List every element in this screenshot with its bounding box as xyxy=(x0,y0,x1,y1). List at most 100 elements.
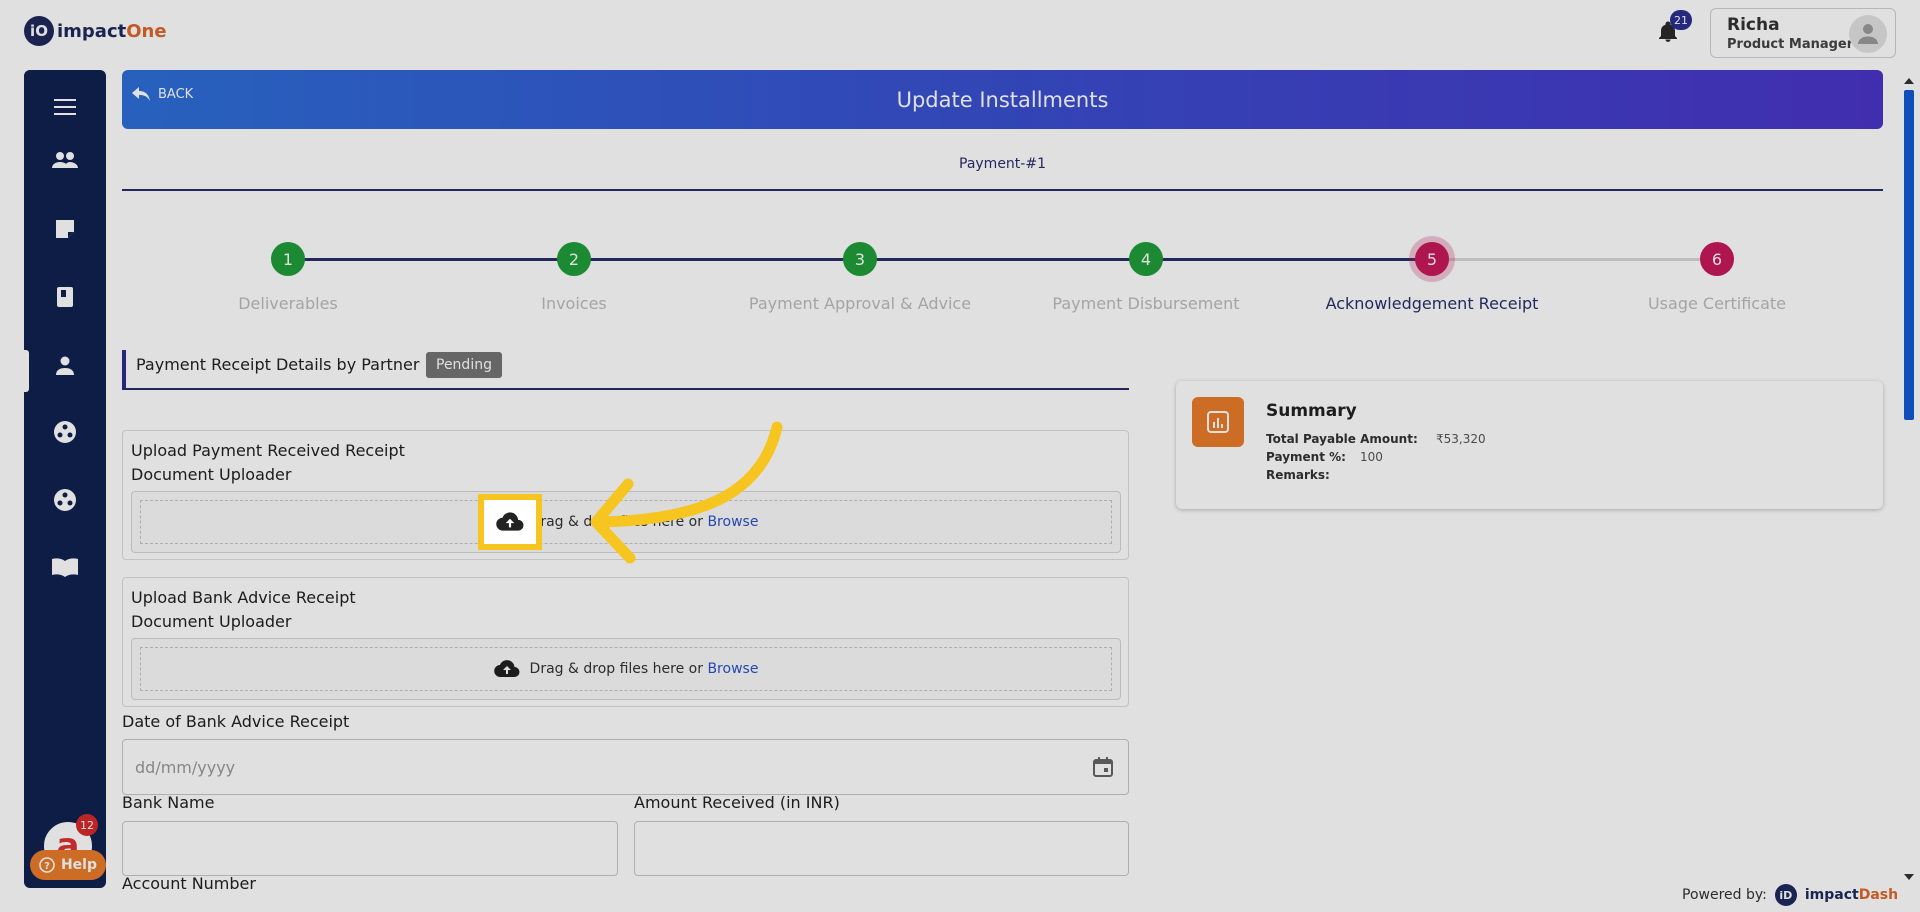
scroll-up-icon[interactable] xyxy=(1902,76,1916,86)
upload-title: Upload Payment Received Receipt xyxy=(131,441,405,460)
bank-name-label: Bank Name xyxy=(122,793,215,812)
status-badge: Pending xyxy=(426,352,502,378)
summary-title: Summary xyxy=(1266,401,1357,421)
bank-advice-dropzone[interactable]: Drag & drop files here or Browse xyxy=(131,638,1121,700)
help-button[interactable]: ? Help xyxy=(30,850,106,880)
step-1-label[interactable]: Deliverables xyxy=(168,294,408,313)
brand-a: impact xyxy=(1804,887,1859,903)
browse-link[interactable]: Browse xyxy=(707,514,758,530)
notification-count-badge: 21 xyxy=(1670,10,1692,30)
logo-text-a: impact xyxy=(57,20,127,42)
date-input[interactable]: dd/mm/yyyy xyxy=(122,739,1129,795)
svg-text:?: ? xyxy=(44,861,50,872)
cloud-upload-icon xyxy=(493,660,520,678)
step-6-indicator[interactable]: 6 xyxy=(1700,242,1734,276)
page-header-banner: Update Installments BACK xyxy=(122,70,1883,129)
summary-key: Remarks: xyxy=(1266,468,1330,482)
summary-row-remarks: Remarks: xyxy=(1266,468,1340,482)
user-avatar-icon xyxy=(1849,15,1887,53)
step-4-indicator[interactable]: 4 xyxy=(1129,242,1163,276)
sidebar-item-documents-icon[interactable] xyxy=(24,208,106,248)
upload-payment-receipt-card: Upload Payment Received Receipt Document… xyxy=(122,430,1129,560)
summary-card: Summary Total Payable Amount: ₹53,320 Pay… xyxy=(1176,381,1883,509)
upload-subtitle: Document Uploader xyxy=(131,612,292,631)
account-number-label: Account Number xyxy=(122,874,256,893)
step-4-label[interactable]: Payment Disbursement xyxy=(1026,294,1266,313)
page-scrollbar[interactable] xyxy=(1902,78,1916,882)
sidebar-item-manual-icon[interactable] xyxy=(24,547,106,587)
powered-by: Powered by: iD impactDash xyxy=(1682,884,1898,906)
section-title: Payment Receipt Details by Partner xyxy=(136,355,420,374)
step-2-label[interactable]: Invoices xyxy=(454,294,694,313)
bank-name-input[interactable] xyxy=(122,821,618,876)
amount-input[interactable] xyxy=(634,821,1129,876)
sidebar-item-groups-icon[interactable] xyxy=(24,412,106,452)
dropzone-text-main: Drag & drop files here or xyxy=(529,514,708,530)
logo-text: impactOne xyxy=(57,21,167,42)
sidebar xyxy=(24,70,106,888)
installment-stepper: 1 Deliverables 2 Invoices 3 Payment Approval … xyxy=(122,230,1883,320)
upload-title: Upload Bank Advice Receipt xyxy=(131,588,356,607)
step-5-indicator[interactable]: 5 xyxy=(1415,242,1449,276)
dropzone-inner: Drag & drop files here or Browse xyxy=(140,647,1112,691)
user-profile-card[interactable]: Richa Product Manager xyxy=(1710,8,1896,58)
app-logo[interactable]: iO impactOne xyxy=(24,16,167,46)
step-connector xyxy=(860,258,1146,261)
browse-link[interactable]: Browse xyxy=(707,661,758,677)
payment-tab[interactable]: Payment-#1 xyxy=(122,156,1883,172)
highlighted-upload-icon[interactable] xyxy=(478,494,542,550)
impactdash-logo-badge: iD xyxy=(1774,884,1797,906)
step-1-indicator[interactable]: 1 xyxy=(271,242,305,276)
logo-badge: iO xyxy=(24,16,54,46)
date-placeholder: dd/mm/yyyy xyxy=(135,758,236,777)
summary-row-percent: Payment %: 100 xyxy=(1266,450,1383,464)
powered-label: Powered by: xyxy=(1682,887,1767,903)
step-connector xyxy=(574,258,860,261)
dropzone-text: Drag & drop files here or Browse xyxy=(530,514,759,530)
user-role: Product Manager xyxy=(1727,37,1854,52)
dropzone-inner: Drag & drop files here or Browse xyxy=(140,500,1112,544)
back-button[interactable]: BACK xyxy=(132,86,193,102)
top-bar: iO impactOne 21 Richa Product Manager xyxy=(0,0,1920,64)
scroll-thumb[interactable] xyxy=(1904,90,1914,420)
sidebar-item-book-icon[interactable] xyxy=(24,277,106,317)
step-2-indicator[interactable]: 2 xyxy=(557,242,591,276)
summary-row-total: Total Payable Amount: ₹53,320 xyxy=(1266,432,1486,446)
calendar-icon[interactable] xyxy=(1092,756,1114,778)
impactdash-brand: impactDash xyxy=(1805,887,1898,903)
sidebar-item-profile-icon[interactable] xyxy=(24,345,106,385)
upload-bank-advice-card: Upload Bank Advice Receipt Document Uplo… xyxy=(122,577,1129,707)
summary-value: 100 xyxy=(1360,450,1383,464)
payment-tab-underline xyxy=(122,189,1883,191)
section-divider xyxy=(122,388,1129,390)
brand-b: Dash xyxy=(1858,887,1899,903)
help-icon: ? xyxy=(39,857,55,873)
step-3-label[interactable]: Payment Approval & Advice xyxy=(740,294,980,313)
summary-value: ₹53,320 xyxy=(1436,432,1486,446)
payment-receipt-dropzone[interactable]: Drag & drop files here or Browse xyxy=(131,491,1121,553)
step-connector xyxy=(1432,258,1717,261)
step-6-label[interactable]: Usage Certificate xyxy=(1597,294,1837,313)
chart-icon xyxy=(1192,397,1244,447)
summary-key: Total Payable Amount: xyxy=(1266,432,1418,446)
sidebar-item-network-icon[interactable] xyxy=(24,480,106,520)
user-name: Richa xyxy=(1727,15,1780,35)
step-connector xyxy=(288,258,574,261)
page-title: Update Installments xyxy=(896,87,1109,112)
step-3-indicator[interactable]: 3 xyxy=(843,242,877,276)
step-5-label[interactable]: Acknowledgement Receipt xyxy=(1312,294,1552,313)
dropzone-text: Drag & drop files here or Browse xyxy=(530,661,759,677)
section-heading: Payment Receipt Details by Partner Pendi… xyxy=(122,350,1129,390)
back-label: BACK xyxy=(158,86,194,102)
date-label: Date of Bank Advice Receipt xyxy=(122,712,350,731)
menu-icon[interactable] xyxy=(24,87,106,127)
ai-assistant-badge: 12 xyxy=(76,814,98,836)
back-arrow-icon xyxy=(132,87,150,101)
sidebar-item-users-icon[interactable] xyxy=(24,140,106,180)
scroll-down-icon[interactable] xyxy=(1902,872,1916,882)
cloud-upload-icon xyxy=(496,512,524,531)
dropzone-text-main: Drag & drop files here or xyxy=(529,661,708,677)
amount-label: Amount Received (in INR) xyxy=(634,793,840,812)
step-connector xyxy=(1146,258,1432,261)
help-label: Help xyxy=(60,857,98,873)
